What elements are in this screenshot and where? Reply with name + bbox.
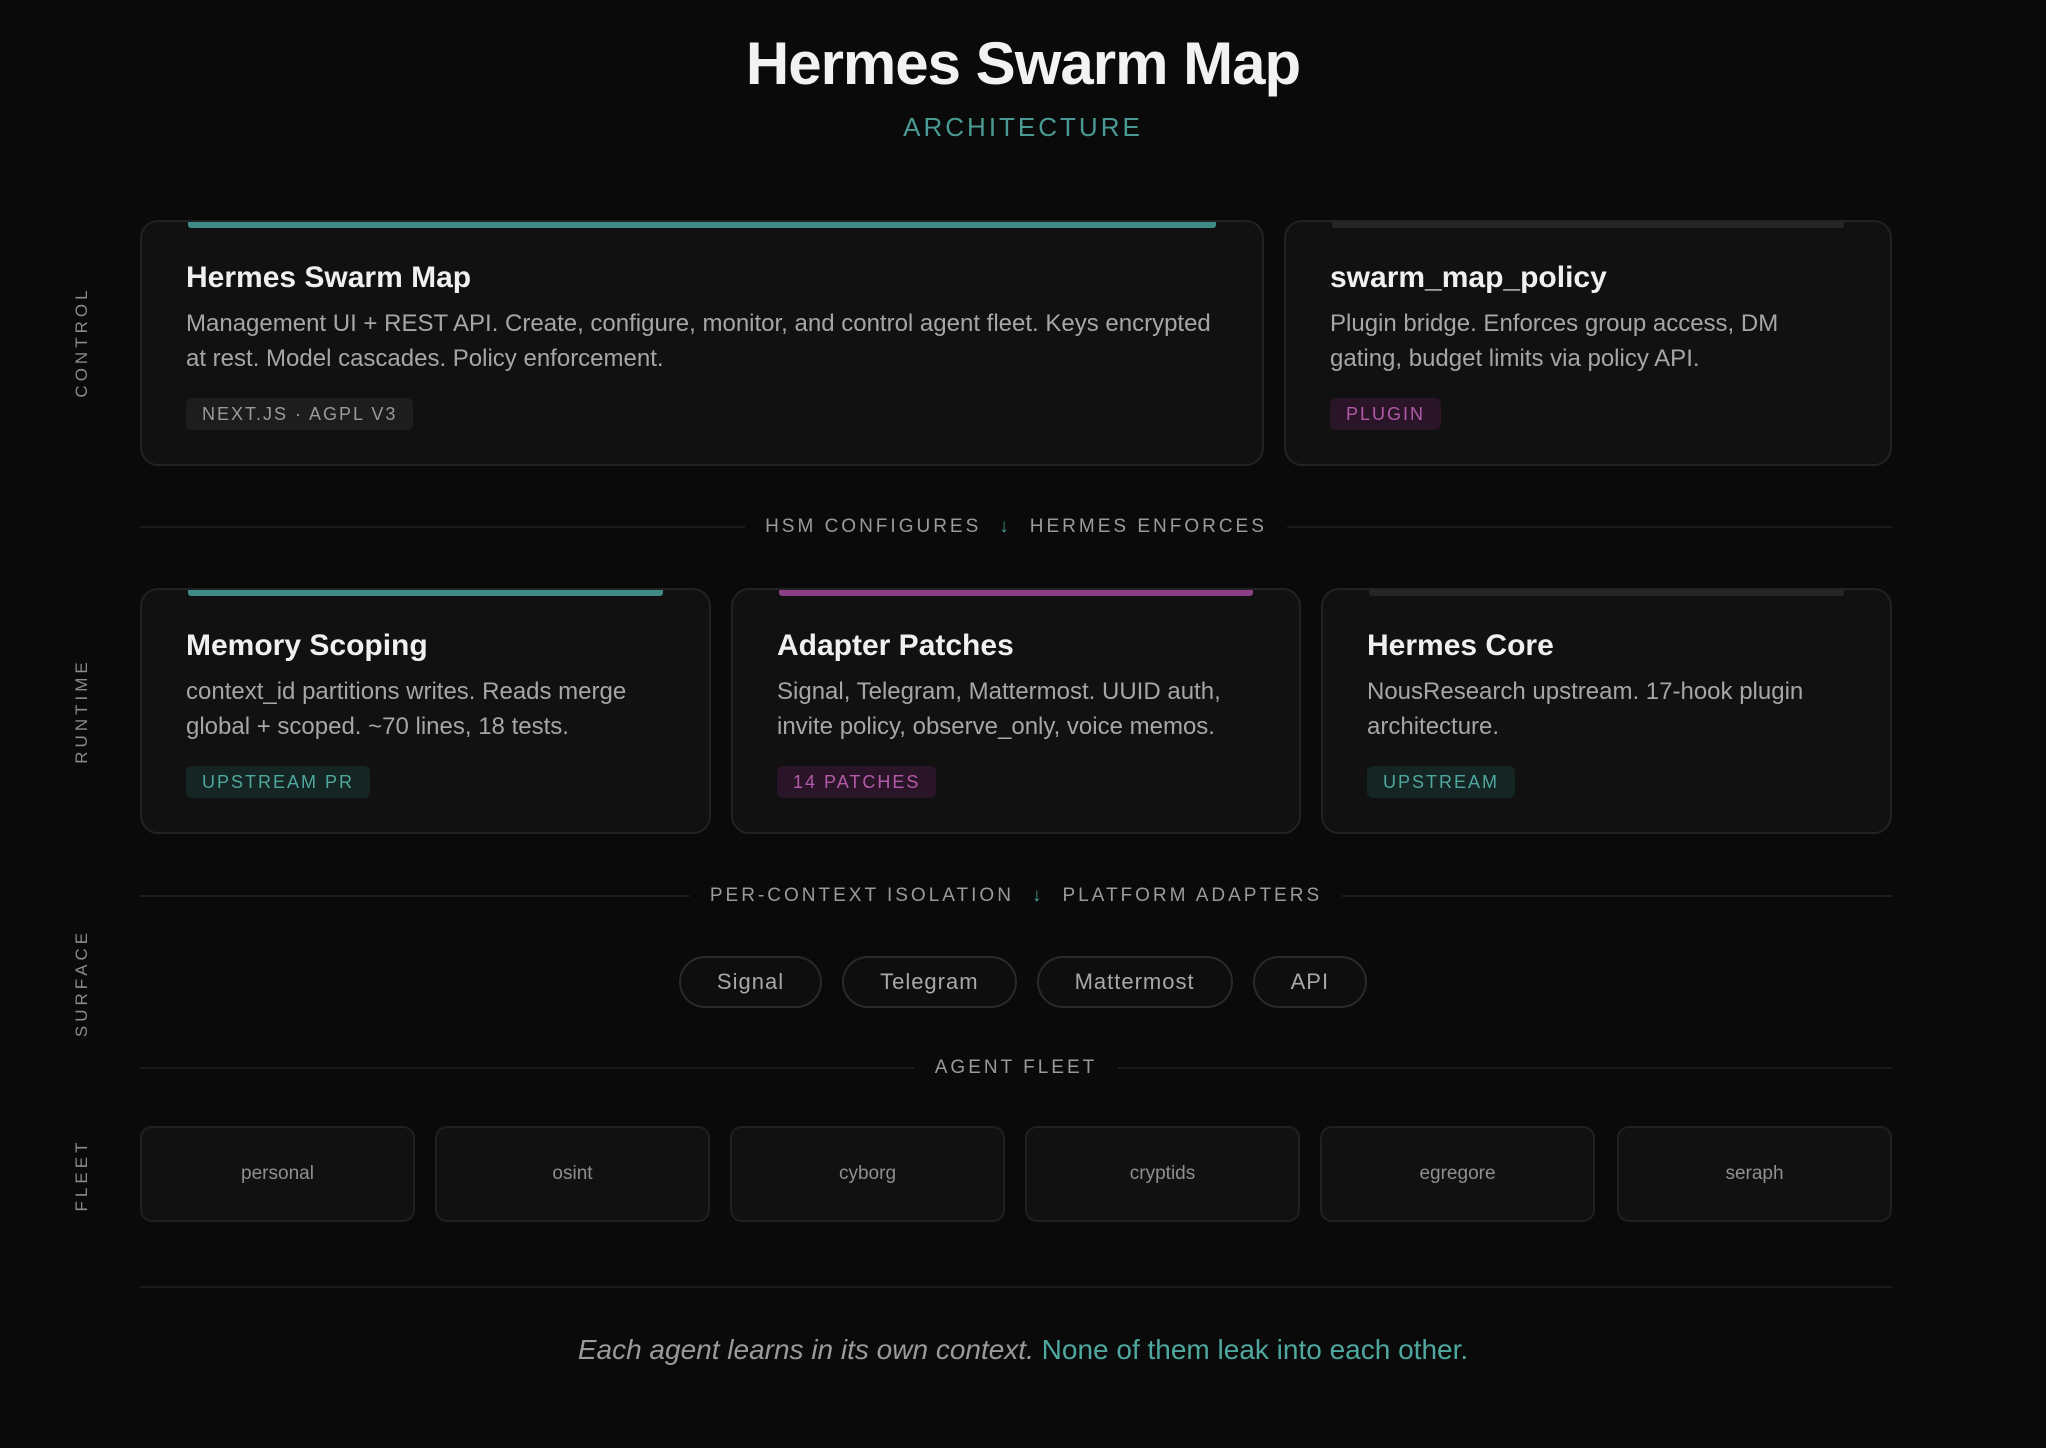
card-memory-scoping[interactable]: Memory Scoping context_id partitions wri…: [140, 588, 711, 834]
card-title: Hermes Core: [1367, 629, 1554, 662]
card-hermes-core[interactable]: Hermes Core NousResearch upstream. 17-ho…: [1321, 588, 1892, 834]
card-hermes-swarm-map[interactable]: Hermes Swarm Map Management UI + REST AP…: [140, 220, 1264, 466]
footer-italic-text: Each agent learns in its own context.: [577, 1334, 1034, 1365]
side-label-fleet: FLEET: [72, 1138, 91, 1212]
footer-divider-line: [140, 1286, 1892, 1288]
card-description: context_id partitions writes. Reads merg…: [186, 678, 627, 740]
agent-box-cryptids[interactable]: cryptids: [1025, 1126, 1300, 1222]
card-accent-bar: [188, 590, 663, 596]
card-title: swarm_map_policy: [1330, 261, 1607, 294]
card-swarm-map-policy[interactable]: swarm_map_policy Plugin bridge. Enforces…: [1284, 220, 1892, 466]
page-subtitle: ARCHITECTURE: [903, 112, 1143, 142]
fleet-divider-label: AGENT FLEET: [914, 1057, 1118, 1079]
footer-tagline: Each agent learns in its own context. No…: [0, 1330, 2046, 1370]
agent-fleet: personal osint cyborg cryptids egregore …: [140, 1126, 1892, 1222]
card-description: Signal, Telegram, Mattermost. UUID auth,…: [777, 678, 1221, 740]
platform-pill-api[interactable]: API: [1252, 956, 1368, 1008]
card-tag: UPSTREAM: [1367, 766, 1516, 798]
platform-pill-telegram[interactable]: Telegram: [842, 956, 1017, 1008]
card-accent-bar: [1332, 222, 1844, 228]
card-adapter-patches[interactable]: Adapter Patches Signal, Telegram, Matter…: [731, 588, 1301, 834]
card-description: Plugin bridge. Enforces group access, DM…: [1330, 310, 1779, 372]
flow-label-control-runtime: HSM CONFIGURES ↓ HERMES ENFORCES: [745, 516, 1287, 538]
platform-pill-signal[interactable]: Signal: [678, 956, 823, 1008]
card-title: Adapter Patches: [777, 629, 1014, 662]
footer-highlight-text: None of them leak into each other.: [1041, 1334, 1469, 1365]
flow-left-text: HSM CONFIGURES: [765, 516, 982, 537]
side-label-runtime: RUNTIME: [72, 658, 91, 764]
agent-box-osint[interactable]: osint: [435, 1126, 710, 1222]
flow-left-text: PER-CONTEXT ISOLATION: [709, 885, 1014, 906]
card-tag: UPSTREAM PR: [186, 766, 371, 798]
card-tag: 14 PATCHES: [777, 766, 937, 798]
agent-box-seraph[interactable]: seraph: [1617, 1126, 1892, 1222]
card-accent-bar: [779, 590, 1253, 596]
flow-right-text: HERMES ENFORCES: [1029, 516, 1267, 537]
card-accent-bar: [1369, 590, 1844, 596]
card-tag: NEXT.JS · AGPL V3: [186, 398, 414, 430]
card-tag: PLUGIN: [1330, 398, 1442, 430]
card-title: Memory Scoping: [186, 629, 428, 662]
card-title: Hermes Swarm Map: [186, 261, 472, 294]
flow-right-text: PLATFORM ADAPTERS: [1062, 885, 1323, 906]
page-title: Hermes Swarm Map: [745, 30, 1301, 97]
agent-box-personal[interactable]: personal: [140, 1126, 415, 1222]
platform-pill-mattermost[interactable]: Mattermost: [1036, 956, 1233, 1008]
card-description: NousResearch upstream. 17-hook plugin ar…: [1367, 678, 1804, 740]
arrow-down-icon: ↓: [999, 516, 1012, 537]
agent-box-egregore[interactable]: egregore: [1320, 1126, 1595, 1222]
card-accent-bar: [188, 222, 1216, 228]
flow-label-runtime-surface: PER-CONTEXT ISOLATION ↓ PLATFORM ADAPTERS: [689, 885, 1343, 907]
card-description: Management UI + REST API. Create, config…: [186, 310, 1211, 372]
arrow-down-icon: ↓: [1031, 885, 1045, 906]
side-label-control: CONTROL: [72, 286, 91, 398]
platform-pills: Signal Telegram Mattermost API: [0, 956, 2046, 1008]
header: Hermes Swarm Map ARCHITECTURE: [0, 28, 2046, 142]
agent-box-cyborg[interactable]: cyborg: [730, 1126, 1005, 1222]
